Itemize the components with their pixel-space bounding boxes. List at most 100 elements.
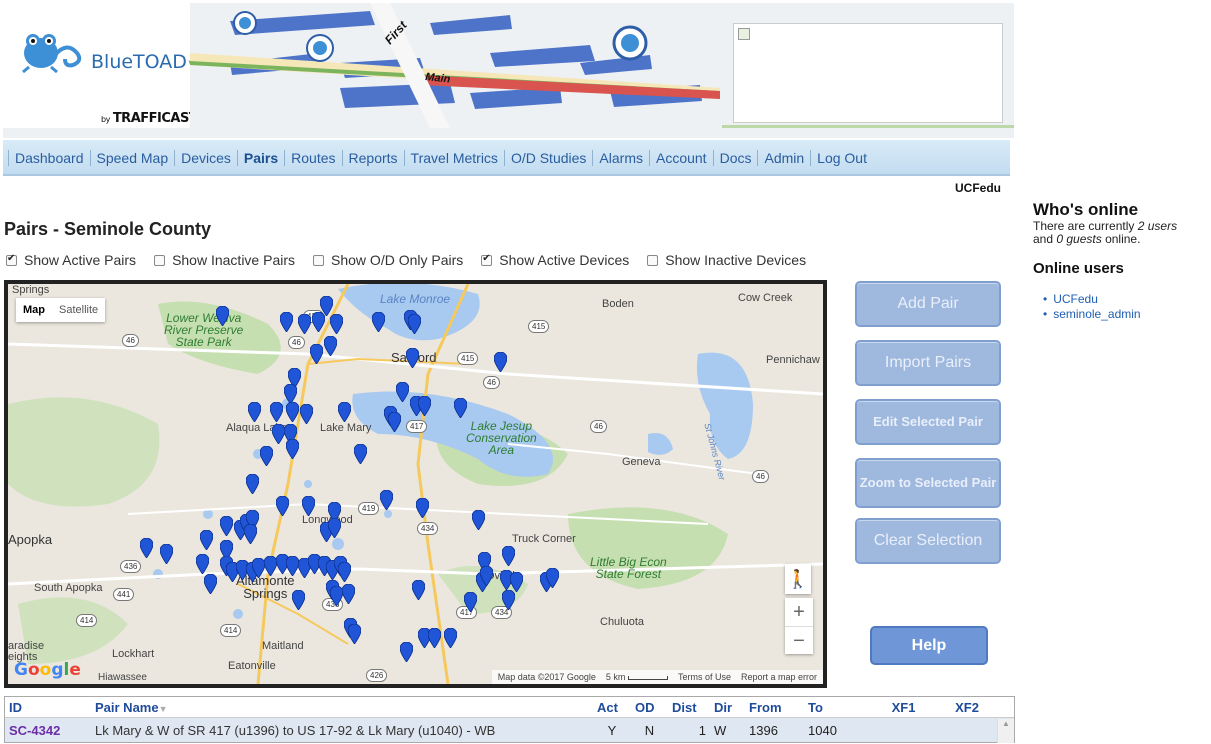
device-pin-icon[interactable] bbox=[387, 411, 402, 433]
device-pin-icon[interactable] bbox=[509, 571, 524, 593]
device-pin-icon[interactable] bbox=[479, 565, 494, 587]
device-pin-icon[interactable] bbox=[417, 395, 432, 417]
cell-id[interactable]: SC-4342 bbox=[5, 718, 91, 742]
nav-item-admin[interactable]: Admin bbox=[757, 150, 810, 166]
device-pin-icon[interactable] bbox=[341, 583, 356, 605]
device-pin-icon[interactable] bbox=[269, 401, 284, 423]
checkbox[interactable] bbox=[647, 254, 659, 266]
device-pin-icon[interactable] bbox=[501, 589, 516, 611]
device-pin-icon[interactable] bbox=[259, 445, 274, 467]
filter-show-inactive-devices[interactable]: Show Inactive Devices bbox=[647, 252, 806, 268]
device-pin-icon[interactable] bbox=[215, 305, 230, 327]
device-pin-icon[interactable] bbox=[283, 383, 298, 405]
filter-show-active-devices[interactable]: Show Active Devices bbox=[481, 252, 629, 268]
column-header-pair-name[interactable]: Pair Name▼ bbox=[91, 697, 593, 717]
device-pin-icon[interactable] bbox=[139, 537, 154, 559]
checkbox[interactable] bbox=[154, 254, 166, 266]
map-type-map-button[interactable]: Map bbox=[16, 298, 52, 322]
street-view-pegman-icon[interactable]: 🚶 bbox=[785, 564, 811, 594]
device-pin-icon[interactable] bbox=[427, 627, 442, 649]
device-pin-icon[interactable] bbox=[329, 313, 344, 335]
device-pin-icon[interactable] bbox=[347, 623, 362, 645]
nav-item-docs[interactable]: Docs bbox=[712, 150, 758, 166]
device-pin-icon[interactable] bbox=[545, 567, 560, 589]
checkbox[interactable] bbox=[481, 253, 493, 266]
edit-selected-pair-button[interactable]: Edit Selected Pair bbox=[855, 399, 1001, 445]
column-header-xf1[interactable]: XF1 bbox=[870, 697, 937, 717]
column-header-od[interactable]: OD bbox=[631, 697, 668, 717]
device-pin-icon[interactable] bbox=[279, 311, 294, 333]
device-pin-icon[interactable] bbox=[493, 351, 508, 373]
nav-item-routes[interactable]: Routes bbox=[284, 150, 341, 166]
device-pin-icon[interactable] bbox=[337, 561, 352, 583]
device-pin-icon[interactable] bbox=[379, 489, 394, 511]
terms-link[interactable]: Terms of Use bbox=[678, 672, 731, 682]
device-pin-icon[interactable] bbox=[245, 473, 260, 495]
device-pin-icon[interactable] bbox=[285, 401, 300, 423]
column-header-act[interactable]: Act bbox=[593, 697, 631, 717]
device-pin-icon[interactable] bbox=[291, 589, 306, 611]
table-row[interactable]: SC-4342 Lk Mary & W of SR 417 (u1396) to… bbox=[5, 718, 1014, 742]
device-pin-icon[interactable] bbox=[243, 523, 258, 545]
report-error-link[interactable]: Report a map error bbox=[741, 672, 817, 682]
map-type-satellite-button[interactable]: Satellite bbox=[52, 298, 105, 322]
device-pin-icon[interactable] bbox=[399, 641, 414, 663]
device-pin-icon[interactable] bbox=[453, 397, 468, 419]
online-user-link[interactable]: seminole_admin bbox=[1043, 307, 1211, 322]
device-pin-icon[interactable] bbox=[405, 347, 420, 369]
column-header-dist[interactable]: Dist bbox=[668, 697, 710, 717]
device-pin-icon[interactable] bbox=[415, 497, 430, 519]
nav-item-o-d-studies[interactable]: O/D Studies bbox=[503, 150, 592, 166]
device-pin-icon[interactable] bbox=[309, 343, 324, 365]
device-pin-icon[interactable] bbox=[301, 495, 316, 517]
online-user-link[interactable]: UCFedu bbox=[1043, 292, 1211, 307]
device-pin-icon[interactable] bbox=[195, 553, 210, 575]
column-header-from[interactable]: From bbox=[745, 697, 804, 717]
device-pin-icon[interactable] bbox=[337, 401, 352, 423]
pairs-map[interactable]: Map Satellite Springs Lake Monroe Boden … bbox=[4, 280, 827, 688]
device-pin-icon[interactable] bbox=[463, 591, 478, 613]
column-header-xf2[interactable]: XF2 bbox=[937, 697, 997, 717]
filter-show-active-pairs[interactable]: Show Active Pairs bbox=[6, 252, 136, 268]
device-pin-icon[interactable] bbox=[327, 517, 342, 539]
device-pin-icon[interactable] bbox=[395, 381, 410, 403]
device-pin-icon[interactable] bbox=[353, 443, 368, 465]
filter-show-o-d-only-pairs[interactable]: Show O/D Only Pairs bbox=[313, 252, 463, 268]
device-pin-icon[interactable] bbox=[411, 579, 426, 601]
device-pin-icon[interactable] bbox=[219, 515, 234, 537]
device-pin-icon[interactable] bbox=[285, 438, 300, 460]
device-pin-icon[interactable] bbox=[297, 313, 312, 335]
checkbox[interactable] bbox=[6, 253, 17, 266]
device-pin-icon[interactable] bbox=[323, 335, 338, 357]
device-pin-icon[interactable] bbox=[471, 509, 486, 531]
device-pin-icon[interactable] bbox=[371, 311, 386, 333]
column-header-to[interactable]: To bbox=[804, 697, 870, 717]
nav-item-log-out[interactable]: Log Out bbox=[810, 150, 873, 166]
device-pin-icon[interactable] bbox=[501, 545, 516, 567]
nav-item-account[interactable]: Account bbox=[648, 150, 713, 166]
filter-show-inactive-pairs[interactable]: Show Inactive Pairs bbox=[154, 252, 295, 268]
nav-item-reports[interactable]: Reports bbox=[341, 150, 404, 166]
device-pin-icon[interactable] bbox=[203, 573, 218, 595]
device-pin-icon[interactable] bbox=[199, 529, 214, 551]
column-header-id[interactable]: ID bbox=[5, 697, 91, 717]
zoom-to-selected-pair-button[interactable]: Zoom to Selected Pair bbox=[855, 458, 1001, 508]
nav-item-pairs[interactable]: Pairs bbox=[236, 150, 284, 166]
logo[interactable]: BlueTOAD™ byTRAFFICAST bbox=[3, 3, 198, 128]
table-scrollbar[interactable]: ▲ bbox=[997, 719, 1014, 743]
zoom-in-button[interactable]: + bbox=[785, 598, 813, 626]
device-pin-icon[interactable] bbox=[159, 543, 174, 565]
nav-item-travel-metrics[interactable]: Travel Metrics bbox=[403, 150, 504, 166]
checkbox[interactable] bbox=[313, 254, 325, 266]
device-pin-icon[interactable] bbox=[275, 495, 290, 517]
nav-item-speed-map[interactable]: Speed Map bbox=[89, 150, 175, 166]
zoom-out-button[interactable]: − bbox=[785, 626, 813, 654]
nav-item-devices[interactable]: Devices bbox=[174, 150, 237, 166]
device-pin-icon[interactable] bbox=[299, 403, 314, 425]
nav-item-dashboard[interactable]: Dashboard bbox=[8, 150, 90, 166]
add-pair-button[interactable]: Add Pair bbox=[855, 281, 1001, 327]
column-header-dir[interactable]: Dir bbox=[710, 697, 745, 717]
device-pin-icon[interactable] bbox=[443, 627, 458, 649]
import-pairs-button[interactable]: Import Pairs bbox=[855, 340, 1001, 386]
help-button[interactable]: Help bbox=[870, 626, 988, 665]
